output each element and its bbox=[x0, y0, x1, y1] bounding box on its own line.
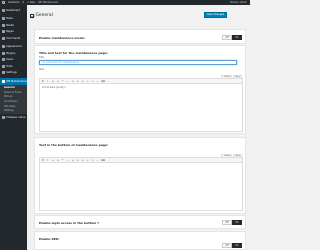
adminbar-site-name[interactable]: SiteName bbox=[8, 1, 20, 4]
toggle-off[interactable]: Off bbox=[222, 243, 232, 248]
login-access-panel: Enable login access in the bottom ? Off … bbox=[34, 215, 246, 229]
maintenance-mode-panel: Enable maintenance mode: Off On bbox=[34, 29, 246, 44]
editor-content[interactable]: Come back quickly! bbox=[40, 84, 242, 91]
admin-sidebar: Dashboard Posts Media Pages Comments App… bbox=[0, 5, 28, 250]
footer-editor-content[interactable] bbox=[40, 163, 242, 167]
bullet-list-icon[interactable]: ≡ bbox=[51, 159, 54, 162]
login-access-label: Enable login access in the bottom ? bbox=[39, 221, 100, 225]
title-text-heading: Title and text for the maintenance page: bbox=[39, 51, 108, 55]
footer-text-heading: Text in the bottom of maintenance page: bbox=[39, 143, 109, 147]
numbered-list-icon[interactable]: ≡ bbox=[56, 80, 59, 83]
checkbox-icon bbox=[30, 13, 34, 18]
login-access-toggle[interactable]: Off On bbox=[222, 220, 242, 225]
tab-text[interactable]: Text bbox=[232, 75, 242, 79]
bullet-list-icon[interactable]: ≡ bbox=[51, 80, 54, 83]
comment-icon bbox=[2, 36, 5, 40]
bold-icon[interactable]: B bbox=[42, 159, 45, 162]
text-editor[interactable]: Visual Text B I ≡ ≡ ❝ — ≡ ≡ ≡ ∞ ✂ — ⌨ Co… bbox=[39, 75, 243, 132]
plug-icon bbox=[2, 51, 5, 55]
footer-text-panel: Text in the bottom of maintenance page: … bbox=[34, 137, 246, 214]
toggle-off[interactable]: Off bbox=[222, 35, 232, 40]
footer-tab-text[interactable]: Text bbox=[232, 154, 242, 158]
save-changes-button[interactable]: Save Changes bbox=[204, 12, 227, 18]
adminbar-comments[interactable]: 0 bbox=[23, 1, 25, 4]
seo-panel: Enable SEO: Off On bbox=[34, 231, 246, 250]
italic-icon[interactable]: I bbox=[46, 159, 49, 162]
toggle-on[interactable]: On bbox=[232, 243, 242, 248]
maintenance-submenu: General Colors & Fonts Picture Countdown… bbox=[0, 84, 27, 115]
toggle-on[interactable]: On bbox=[232, 35, 242, 40]
align-right-icon[interactable]: ≡ bbox=[81, 80, 84, 83]
align-center-icon[interactable]: ≡ bbox=[76, 80, 79, 83]
title-text-panel: Title and text for the maintenance page:… bbox=[34, 45, 246, 134]
wrench-icon bbox=[2, 64, 5, 68]
adminbar-howdy[interactable]: Howdy, admin bbox=[230, 1, 247, 4]
collapse-icon bbox=[2, 116, 5, 119]
maintenance-mode-label: Enable maintenance mode: bbox=[39, 36, 85, 40]
page-title: General bbox=[35, 13, 53, 18]
align-left-icon[interactable]: ≡ bbox=[71, 159, 74, 162]
submenu-settings[interactable]: Settings bbox=[0, 108, 27, 113]
toggle-off[interactable]: Off bbox=[222, 220, 232, 225]
wordpress-logo-icon[interactable] bbox=[2, 1, 5, 4]
pin-icon bbox=[2, 17, 5, 21]
maintenance-icon bbox=[2, 79, 5, 83]
link-icon[interactable]: ∞ bbox=[86, 159, 89, 162]
toggle-on[interactable]: On bbox=[232, 220, 242, 225]
text-field-label: Text bbox=[39, 68, 44, 71]
horizontal-line-icon[interactable]: — bbox=[66, 80, 69, 83]
keyboard-icon[interactable]: ⌨ bbox=[101, 159, 104, 162]
footer-tab-visual[interactable]: Visual bbox=[221, 154, 233, 158]
blockquote-icon[interactable]: ❝ bbox=[61, 159, 64, 162]
align-center-icon[interactable]: ≡ bbox=[76, 159, 79, 162]
align-right-icon[interactable]: ≡ bbox=[81, 159, 84, 162]
brush-icon bbox=[2, 45, 5, 49]
blockquote-icon[interactable]: ❝ bbox=[61, 80, 64, 83]
read-more-icon[interactable]: — bbox=[96, 159, 99, 162]
numbered-list-icon[interactable]: ≡ bbox=[56, 159, 59, 162]
editor-tabs: Visual Text bbox=[221, 75, 242, 79]
title-input[interactable]: I'm not known for maintenance bbox=[39, 60, 237, 65]
horizontal-line-icon[interactable]: — bbox=[66, 159, 69, 162]
read-more-icon[interactable]: — bbox=[96, 80, 99, 83]
seo-toggle[interactable]: Off On bbox=[222, 243, 242, 248]
footer-text-editor[interactable]: Visual Text B I ≡ ≡ ❝ — ≡ ≡ ≡ ∞ ✂ — ⌨ bbox=[39, 154, 243, 211]
italic-icon[interactable]: I bbox=[46, 80, 49, 83]
tab-visual[interactable]: Visual bbox=[221, 75, 233, 79]
settings-icon bbox=[2, 71, 5, 75]
footer-editor-tabs: Visual Text bbox=[221, 154, 242, 158]
collapse-menu[interactable]: Collapse menu bbox=[0, 114, 27, 121]
unlink-icon[interactable]: ✂ bbox=[91, 159, 94, 162]
maintenance-mode-toggle[interactable]: Off On bbox=[222, 35, 242, 40]
page-icon bbox=[2, 30, 5, 34]
unlink-icon[interactable]: ✂ bbox=[91, 80, 94, 83]
user-icon bbox=[2, 58, 5, 62]
media-icon bbox=[2, 23, 5, 27]
bold-icon[interactable]: B bbox=[42, 80, 45, 83]
adminbar-maintenance[interactable]: WP Maintenance bbox=[38, 1, 58, 4]
seo-label: Enable SEO: bbox=[39, 237, 60, 241]
title-field-label: Title bbox=[39, 56, 45, 59]
admin-bar: SiteName 0 + New WP Maintenance Howdy, a… bbox=[0, 0, 250, 5]
align-left-icon[interactable]: ≡ bbox=[71, 80, 74, 83]
gauge-icon bbox=[2, 8, 5, 12]
keyboard-icon[interactable]: ⌨ bbox=[101, 80, 104, 83]
page-header: General bbox=[30, 13, 53, 18]
adminbar-new[interactable]: + New bbox=[27, 1, 35, 4]
link-icon[interactable]: ∞ bbox=[86, 80, 89, 83]
